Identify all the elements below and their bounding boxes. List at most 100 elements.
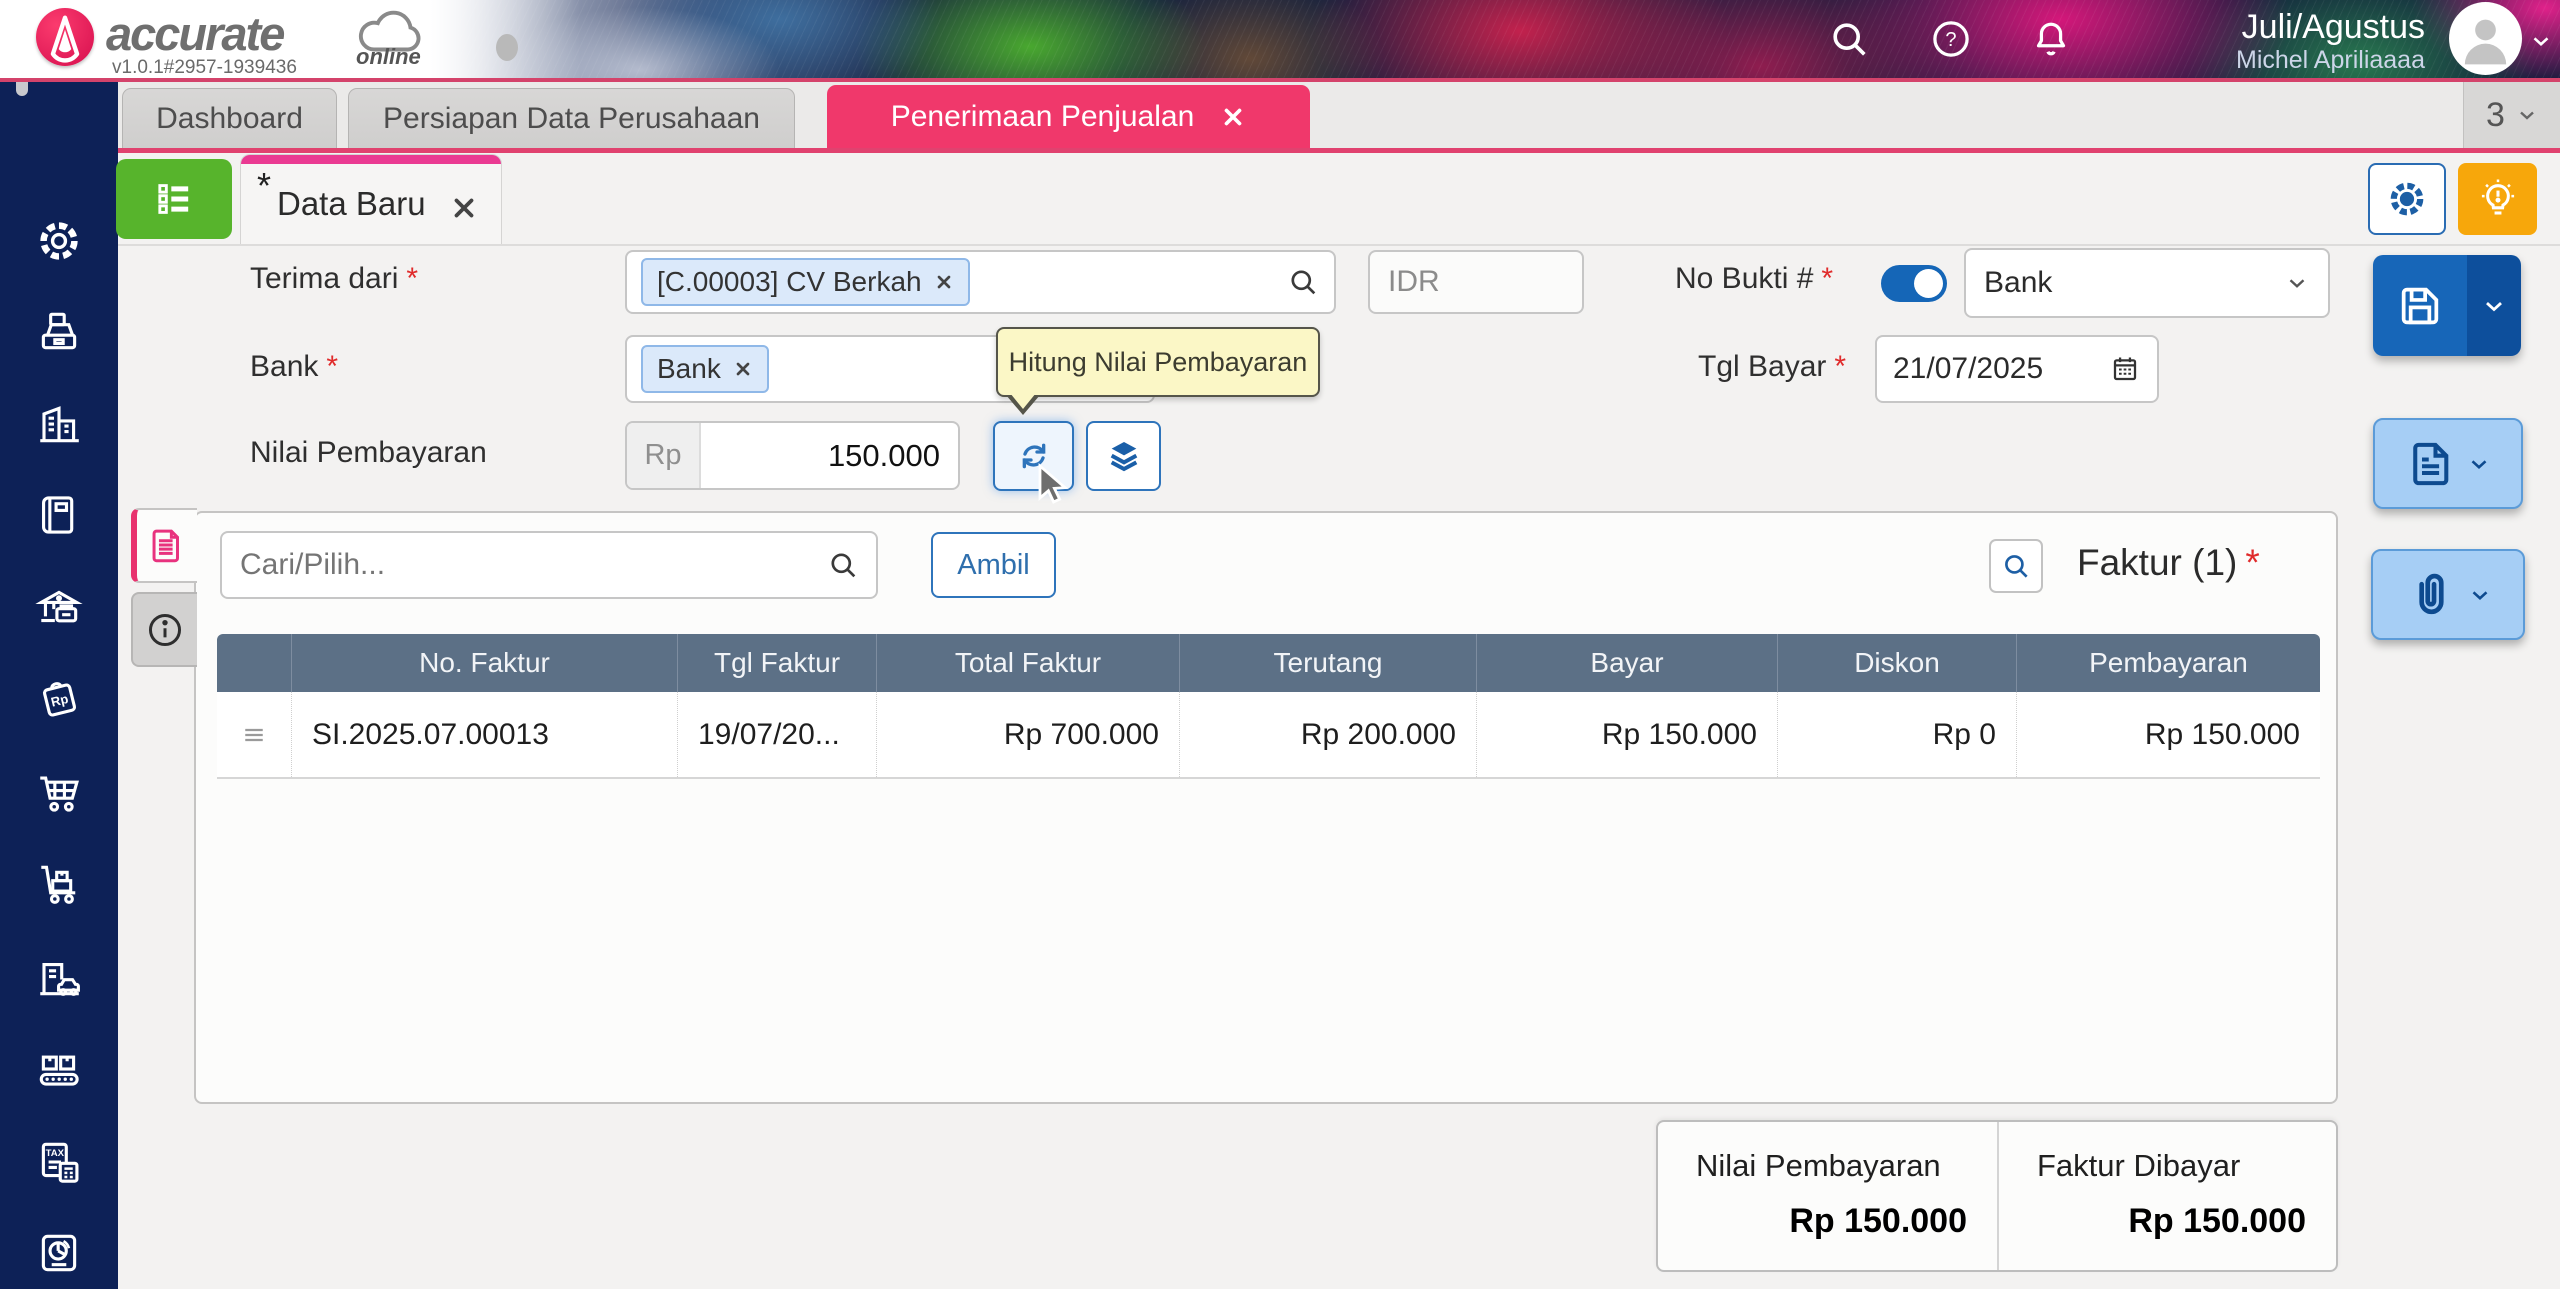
tooltip-arrow-fill <box>1010 393 1036 422</box>
search-icon[interactable] <box>826 548 860 582</box>
sidebar-item-settings[interactable] <box>34 216 84 266</box>
bank-label: Bank * <box>250 350 339 383</box>
sidebar-item-cash-register[interactable] <box>34 307 84 357</box>
tooltip: Hitung Nilai Pembayaran <box>996 327 1320 397</box>
tgl-bayar-input[interactable]: 21/07/2025 <box>1875 335 2159 403</box>
sidebar-item-sales-cart[interactable] <box>34 768 84 818</box>
tab-persiapan-data-perusahaan[interactable]: Persiapan Data Perusahaan <box>348 88 795 148</box>
close-icon[interactable] <box>449 193 479 223</box>
no-bukti-select[interactable]: Bank <box>1964 248 2330 318</box>
lightbulb-icon <box>2475 176 2521 222</box>
tab-dashboard[interactable]: Dashboard <box>122 88 337 148</box>
summary-value: Rp 150.000 <box>1789 1202 1967 1240</box>
bank-chip[interactable]: Bank <box>641 345 769 393</box>
app-screen: Rp TAX accurate online v1.0.1#2957-19394… <box>0 0 2560 1289</box>
chevron-down-icon <box>2515 103 2539 127</box>
cell-bayar[interactable]: Rp 150.000 <box>1477 692 1778 777</box>
notifications-bell-icon[interactable] <box>2028 16 2074 62</box>
summary-faktur-dibayar: Faktur Dibayar Rp 150.000 <box>1997 1122 2336 1270</box>
sidebar-item-purchase-trolley[interactable] <box>34 859 84 909</box>
search-input[interactable] <box>238 547 826 583</box>
sidebar-item-report[interactable] <box>34 1228 84 1278</box>
no-bukti-label: No Bukti # * <box>1675 262 1834 295</box>
ambil-button[interactable]: Ambil <box>931 532 1056 598</box>
layers-button[interactable] <box>1086 421 1161 491</box>
attachments-button[interactable] <box>2371 549 2525 640</box>
cell-no-faktur[interactable]: SI.2025.07.00013 <box>292 692 678 777</box>
summary-value: Rp 150.000 <box>2128 1202 2306 1240</box>
unsaved-marker: * <box>257 165 272 206</box>
save-main[interactable] <box>2373 255 2467 356</box>
search-icon[interactable] <box>1286 265 1320 299</box>
terima-dari-label: Terima dari * <box>250 262 419 295</box>
save-button[interactable] <box>2373 255 2521 356</box>
faktur-table: No. Faktur Tgl Faktur Total Faktur Terut… <box>217 634 2320 779</box>
close-icon[interactable] <box>1220 104 1246 130</box>
open-tabs-counter[interactable]: 3 <box>2463 82 2560 148</box>
customer-chip[interactable]: [C.00003] CV Berkah <box>641 258 970 306</box>
no-bukti-toggle[interactable] <box>1881 265 1947 302</box>
cell-tgl-faktur[interactable]: 19/07/20... <box>678 692 877 777</box>
sidebar-item-manufacture[interactable] <box>34 1044 84 1094</box>
show-list-button[interactable] <box>116 159 232 239</box>
table-header: No. Faktur Tgl Faktur Total Faktur Terut… <box>217 634 2320 692</box>
sidebar-item-bank-cash[interactable] <box>34 582 84 632</box>
tab-label: Penerimaan Penjualan <box>890 99 1195 133</box>
remove-chip-icon[interactable] <box>934 272 954 292</box>
accurate-logo-badge <box>36 8 94 66</box>
faktur-search-input[interactable] <box>220 531 878 599</box>
cell-diskon[interactable]: Rp 0 <box>1778 692 2017 777</box>
top-banner: accurate online v1.0.1#2957-1939436 ? Ju… <box>0 0 2560 82</box>
nilai-pembayaran-label: Nilai Pembayaran <box>250 436 487 469</box>
calendar-icon[interactable] <box>2109 353 2141 385</box>
building-car-icon <box>34 952 84 1002</box>
sidebar-item-price-tag-rp[interactable]: Rp <box>34 673 84 723</box>
detail-tab-info[interactable] <box>131 592 197 667</box>
required-mark: * <box>406 262 419 295</box>
avatar[interactable] <box>2449 2 2522 75</box>
tgl-bayar-label: Tgl Bayar * <box>1698 350 1847 383</box>
chevron-down-icon <box>2289 279 2305 288</box>
col-tgl-faktur: Tgl Faktur <box>678 634 877 692</box>
col-total-faktur: Total Faktur <box>877 634 1180 692</box>
gear-icon <box>2385 177 2429 221</box>
sidebar: Rp TAX <box>0 82 118 1289</box>
price-tag-rp-icon: Rp <box>34 673 84 723</box>
required-mark: * <box>326 350 339 383</box>
help-icon[interactable]: ? <box>1928 16 1974 62</box>
sidebar-item-tax[interactable]: TAX <box>34 1137 84 1187</box>
tab-penerimaan-penjualan[interactable]: Penerimaan Penjualan <box>827 85 1310 148</box>
layers-icon <box>1110 442 1137 472</box>
save-floppy-icon <box>2401 287 2439 324</box>
col-bayar: Bayar <box>1477 634 1778 692</box>
form-settings-button[interactable] <box>2368 163 2446 235</box>
save-options[interactable] <box>2467 255 2521 356</box>
summary-label: Nilai Pembayaran <box>1696 1148 1941 1183</box>
sidebar-item-ledger-book[interactable] <box>34 490 84 540</box>
faktur-lookup-button[interactable] <box>1989 539 2043 593</box>
search-icon[interactable] <box>1826 16 1872 62</box>
chevron-down-icon <box>2486 301 2502 311</box>
sidebar-item-fixed-asset[interactable] <box>34 952 84 1002</box>
table-row[interactable]: SI.2025.07.00013 19/07/20... Rp 700.000 … <box>217 692 2320 779</box>
user-menu-chevron-icon[interactable] <box>2528 28 2554 54</box>
document-tab-data-baru[interactable]: * Data Baru <box>240 154 502 244</box>
detail-tab-faktur[interactable] <box>131 508 197 583</box>
required-mark: * <box>2245 542 2260 583</box>
bank-icon <box>34 582 84 632</box>
row-drag-handle[interactable] <box>217 692 292 777</box>
logo-online-label: online <box>356 44 421 69</box>
terima-dari-input[interactable]: [C.00003] CV Berkah <box>625 250 1336 314</box>
sidebar-item-company[interactable] <box>34 399 84 449</box>
col-no-faktur: No. Faktur <box>292 634 678 692</box>
remove-chip-icon[interactable] <box>733 359 753 379</box>
divider <box>118 244 2560 246</box>
period-label[interactable]: Juli/Agustus <box>2242 8 2425 47</box>
tips-button[interactable] <box>2458 163 2537 235</box>
person-icon <box>2464 19 2507 65</box>
nilai-pembayaran-input[interactable]: Rp 150.000 <box>625 421 960 490</box>
book-icon <box>34 490 84 540</box>
conveyor-icon <box>34 1044 84 1094</box>
preview-document-button[interactable] <box>2373 418 2523 509</box>
invoice-document-icon <box>152 529 179 562</box>
